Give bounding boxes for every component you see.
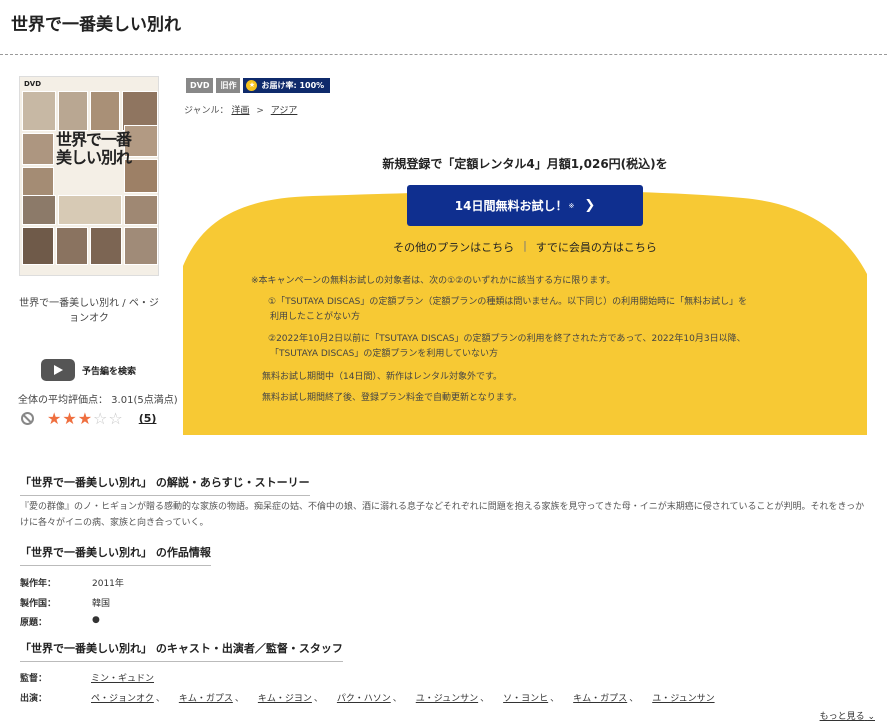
campaign-headline: 新規登録で「定額レンタル4」月額1,026円(税込)を	[382, 157, 668, 171]
star-icon[interactable]: ☆	[93, 409, 108, 428]
campaign-note: ①「TSUTAYA DISCAS」の定額プラン（定額プランの種類は問いません。以…	[268, 297, 748, 307]
director-link[interactable]: ミン・ギュドン	[91, 671, 154, 684]
rating-stars[interactable]: ★★★☆☆	[47, 409, 124, 428]
play-icon	[41, 359, 75, 381]
genre-link-yoga[interactable]: 洋画	[231, 106, 249, 116]
star-icon[interactable]: ☆	[108, 409, 123, 428]
info-key: 原題：	[20, 618, 48, 628]
cover-caption: 世界で一番美しい別れ / ペ・ジョンオク	[19, 298, 159, 324]
campaign-note: 無料お試し期間中（14日間）、新作はレンタル対象外です。	[262, 372, 503, 382]
info-heading: 「世界で一番美しい別れ」 の作品情報	[20, 544, 211, 566]
genre-breadcrumb: ジャンル： 洋画 > アジア	[184, 103, 297, 116]
trailer-label: 予告編を検索	[82, 366, 137, 377]
dvd-cover-image[interactable]: DVD 世界で一番 美しい別れ	[19, 76, 159, 276]
chevron-right-icon: ❯	[584, 198, 596, 213]
cast-separator: 、	[392, 694, 402, 704]
member-login-link[interactable]: すでに会員の方はこちら	[536, 239, 657, 255]
cast-link[interactable]: ユ・ジュンサン	[652, 691, 714, 704]
genre-label: ジャンル：	[184, 106, 229, 116]
cast-key: 出演：	[20, 694, 48, 704]
cast-list: ペ・ジョンオク、キム・ガプス、キム・ジヨン、パク・ハソン、ユ・ジュンサン、ソ・ヨ…	[91, 691, 715, 704]
cast-row: 出演： ペ・ジョンオク、キム・ガプス、キム・ジヨン、パク・ハソン、ユ・ジュンサン…	[20, 691, 715, 704]
cast-separator: 、	[480, 694, 490, 704]
star-coin-icon: ★	[246, 80, 258, 91]
cast-separator: 、	[234, 694, 244, 704]
average-rating: 全体の平均評価点： 3.01(5点満点)	[18, 395, 178, 406]
free-trial-button[interactable]: 14日間無料お試し！ ※ ❯	[407, 185, 643, 226]
cast-link[interactable]: キム・ガプス	[179, 691, 233, 704]
show-more-label: もっと見る	[819, 712, 865, 722]
badges: DVD 旧作 ★ お届け率: 100%	[186, 78, 331, 93]
synopsis-text: 『愛の群像』のノ・ヒギョンが贈る感動的な家族の物語。痴呆症の姑、不倫中の娘、酒に…	[20, 502, 865, 528]
link-separator: |	[523, 239, 527, 252]
genre-link-asia[interactable]: アジア	[271, 106, 298, 116]
page-title: 世界で一番美しい別れ	[11, 15, 181, 35]
cast-link[interactable]: キム・ジヨン	[258, 691, 312, 704]
cast-link[interactable]: ペ・ジョンオク	[91, 691, 154, 704]
info-row-year: 製作年： 2011年	[20, 576, 124, 589]
rating-row: ★★★☆☆ (5)	[21, 409, 156, 428]
campaign-note: ②2022年10月2日以前に「TSUTAYA DISCAS」の定額プランの利用を…	[268, 334, 746, 344]
review-count-link[interactable]: (5)	[139, 412, 157, 425]
cast-link[interactable]: キム・ガプス	[573, 691, 627, 704]
campaign-note: ※本キャンペーンの無料お試しの対象者は、次の①②のいずれかに該当する方に限ります…	[251, 276, 616, 286]
show-more-link[interactable]: もっと見る ⌄	[820, 709, 875, 722]
genre-separator: >	[256, 106, 264, 116]
badge-delivery: ★ お届け率: 100%	[243, 78, 331, 93]
star-icon[interactable]: ★	[47, 409, 62, 428]
dvd-logo: DVD	[24, 80, 42, 88]
cast-heading: 「世界で一番美しい別れ」 のキャスト・出演者／監督・スタッフ	[20, 640, 343, 662]
cast-separator: 、	[155, 694, 165, 704]
cast-link[interactable]: ユ・ジュンサン	[416, 691, 478, 704]
info-key: 製作年：	[20, 579, 57, 589]
cover-title-text: 世界で一番 美しい別れ	[56, 130, 132, 167]
info-value: ●	[92, 615, 100, 625]
info-key: 製作国：	[20, 599, 57, 609]
cast-separator: 、	[629, 694, 639, 704]
info-value: 2011年	[92, 579, 124, 589]
badge-dvd: DVD	[186, 78, 214, 93]
director-key: 監督：	[20, 674, 48, 684]
cast-link[interactable]: パク・ハソン	[337, 691, 391, 704]
free-trial-note-mark: ※	[568, 201, 575, 210]
chevron-down-icon: ⌄	[867, 712, 875, 722]
campaign-note: 無料お試し期間終了後、登録プラン料金で自動更新となります。	[262, 393, 522, 403]
title-divider	[0, 54, 887, 55]
trailer-search-button[interactable]: 予告編を検索	[41, 359, 136, 381]
free-trial-label: 14日間無料お試し！	[454, 199, 568, 213]
cast-separator: 、	[550, 694, 560, 704]
campaign-note: 利用したことがない方	[270, 312, 361, 322]
not-interested-icon[interactable]	[21, 412, 34, 425]
synopsis-heading: 「世界で一番美しい別れ」 の解説・あらすじ・ストーリー	[20, 474, 310, 496]
delivery-rate: お届け率: 100%	[261, 81, 325, 90]
cast-separator: 、	[313, 694, 323, 704]
star-icon[interactable]: ★	[62, 409, 77, 428]
plan-links: その他のプランはこちら | すでに会員の方はこちら	[183, 239, 867, 255]
info-value: 韓国	[92, 599, 111, 609]
badge-old: 旧作	[216, 78, 241, 93]
other-plans-link[interactable]: その他のプランはこちら	[393, 239, 514, 255]
cast-link[interactable]: ソ・ヨンヒ	[503, 691, 548, 704]
campaign-note: 「TSUTAYA DISCAS」の定額プランを利用していない方	[270, 349, 499, 359]
info-row-country: 製作国： 韓国	[20, 596, 110, 609]
director-row: 監督： ミン・ギュドン	[20, 671, 154, 684]
star-icon[interactable]: ★	[78, 409, 93, 428]
info-row-original-title: 原題： ●	[20, 615, 100, 628]
